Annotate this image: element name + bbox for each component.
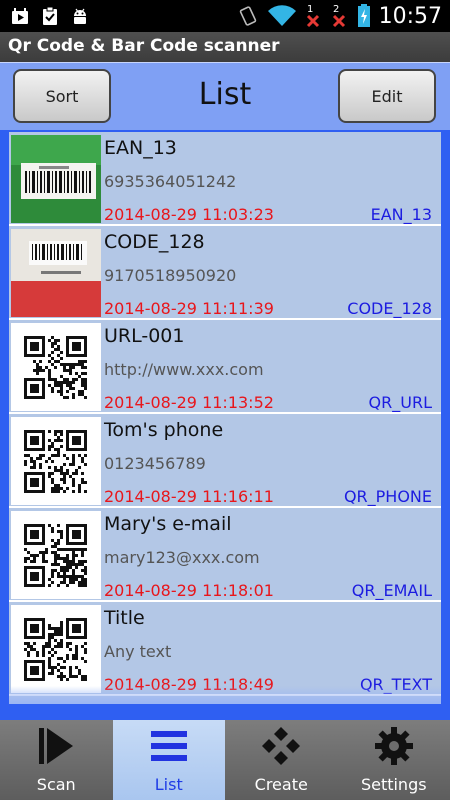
diamond-grid-icon	[262, 727, 300, 765]
list-item[interactable]: Title Any text 2014-08-29 11:18:49 QR_TE…	[9, 602, 441, 696]
item-value: 9170518950920	[104, 266, 237, 285]
list-header: Sort List Edit	[0, 62, 450, 130]
barcode-thumbnail	[11, 229, 101, 317]
youtube-icon	[12, 8, 28, 24]
tab-label: Scan	[36, 775, 76, 794]
item-type: CODE_128	[347, 299, 432, 318]
item-datetime: 2014-08-29 11:18:01	[104, 581, 274, 600]
qr-code-thumbnail	[11, 511, 101, 599]
item-name: URL-001	[104, 325, 185, 347]
item-name: Mary's e-mail	[104, 513, 232, 535]
list-scroll-fade	[9, 686, 441, 704]
item-datetime: 2014-08-29 11:11:39	[104, 299, 274, 318]
item-type: QR_PHONE	[343, 487, 432, 506]
vibrate-icon	[239, 6, 256, 26]
tab-label: Settings	[360, 775, 427, 794]
item-name: Tom's phone	[104, 419, 224, 441]
item-datetime: 2014-08-29 11:13:52	[104, 393, 274, 412]
item-name: EAN_13	[104, 137, 177, 159]
qr-code-thumbnail	[11, 417, 101, 505]
app-title: Qr Code & Bar Code scanner	[8, 36, 280, 56]
app-title-bar: Qr Code & Bar Code scanner	[0, 32, 450, 62]
tab-create[interactable]: Create	[225, 720, 338, 800]
bottom-nav: Scan List Create Settings	[0, 720, 450, 800]
android-icon	[74, 8, 86, 24]
list-frame: EAN_13 6935364051242 2014-08-29 11:03:23…	[0, 130, 450, 720]
item-name: CODE_128	[104, 231, 205, 253]
item-value: Any text	[104, 642, 172, 661]
battery-charging-icon	[357, 4, 370, 27]
tab-list[interactable]: List	[112, 720, 225, 800]
clock: 10:57	[378, 3, 442, 29]
scan-history-list[interactable]: EAN_13 6935364051242 2014-08-29 11:03:23…	[9, 132, 441, 704]
item-name: Title	[104, 607, 145, 629]
barcode-thumbnail	[11, 135, 101, 223]
item-datetime: 2014-08-29 11:16:11	[104, 487, 274, 506]
svg-text:2: 2	[333, 4, 339, 15]
edit-button[interactable]: Edit	[338, 69, 436, 123]
wifi-icon	[267, 5, 296, 26]
item-datetime: 2014-08-29 11:03:23	[104, 205, 274, 224]
list-item[interactable]: EAN_13 6935364051242 2014-08-29 11:03:23…	[9, 132, 441, 226]
item-value: 6935364051242	[104, 172, 237, 191]
tab-label: Create	[254, 775, 308, 794]
tab-settings[interactable]: Settings	[338, 720, 450, 800]
svg-text:1: 1	[307, 4, 313, 15]
item-value: http://www.xxx.com	[104, 360, 264, 379]
item-type: QR_URL	[368, 393, 432, 412]
play-icon	[39, 728, 73, 764]
signal-2-icon: 2	[332, 4, 345, 28]
item-type: EAN_13	[370, 205, 432, 224]
status-bar: 1 2 10:57	[0, 0, 450, 32]
list-item[interactable]: Mary's e-mail mary123@xxx.com 2014-08-29…	[9, 508, 441, 602]
clipboard-check-icon	[43, 6, 57, 25]
item-type: QR_EMAIL	[351, 581, 432, 600]
qr-code-thumbnail	[11, 605, 101, 693]
item-value: mary123@xxx.com	[104, 548, 260, 567]
gear-icon	[374, 727, 413, 765]
tab-scan[interactable]: Scan	[0, 720, 113, 800]
signal-1-icon: 1	[306, 4, 319, 28]
list-icon	[150, 731, 187, 761]
item-value: 0123456789	[104, 454, 206, 473]
list-item[interactable]: CODE_128 9170518950920 2014-08-29 11:11:…	[9, 226, 441, 320]
qr-code-thumbnail	[11, 323, 101, 411]
tab-label: List	[154, 775, 183, 794]
list-item[interactable]: URL-001 http://www.xxx.com 2014-08-29 11…	[9, 320, 441, 414]
list-item[interactable]: Tom's phone 0123456789 2014-08-29 11:16:…	[9, 414, 441, 508]
